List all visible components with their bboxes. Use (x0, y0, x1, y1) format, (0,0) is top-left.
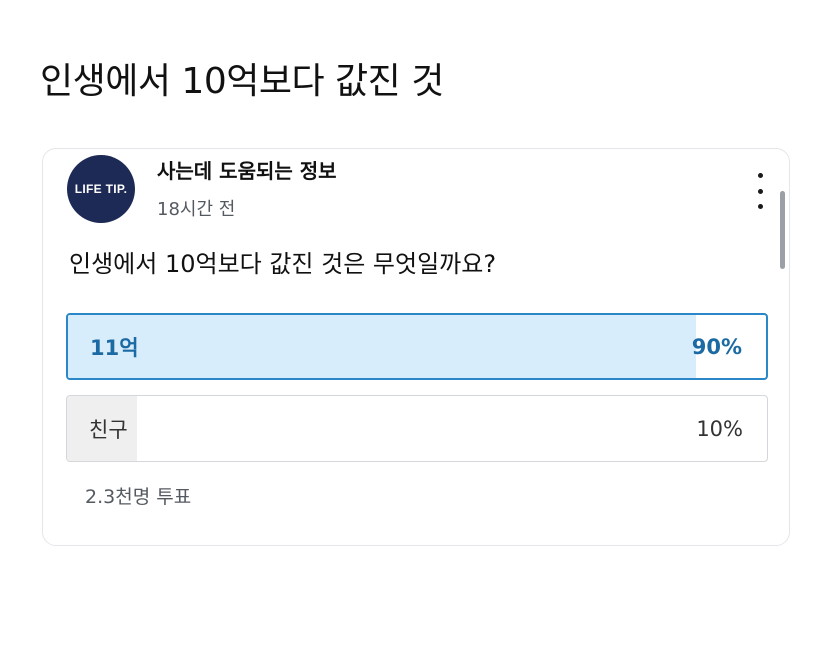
poll-option-label: 11억 (90, 335, 139, 360)
author-name[interactable]: 사는데 도움되는 정보 (157, 155, 337, 184)
avatar-logo-text: LIFE TIP. (74, 182, 128, 196)
avatar[interactable]: LIFE TIP. (67, 155, 135, 223)
poll-option-percent: 10% (696, 416, 743, 441)
post-timestamp: 18시간 전 (157, 199, 236, 220)
more-vertical-icon[interactable] (751, 173, 769, 209)
poll-option-label: 친구 (89, 417, 128, 442)
poll-option-percent: 90% (691, 334, 742, 359)
more-dot (757, 204, 763, 209)
page-title: 인생에서 10억보다 값진 것 (40, 61, 444, 102)
poll-option-fill (68, 315, 697, 378)
more-dot (757, 188, 763, 194)
poll-option-11eok[interactable]: 11억 90% (66, 313, 768, 380)
poll-option-chingu[interactable]: 친구 10% (66, 395, 768, 462)
poll-question: 인생에서 10억보다 값진 것은 무엇일까요? (69, 250, 497, 278)
scrollbar[interactable] (780, 191, 785, 269)
poll-post-card: LIFE TIP. 사는데 도움되는 정보 18시간 전 인생에서 10억보다 … (42, 148, 790, 546)
vote-count: 2.3천명 투표 (85, 486, 192, 508)
more-dot (757, 173, 763, 178)
